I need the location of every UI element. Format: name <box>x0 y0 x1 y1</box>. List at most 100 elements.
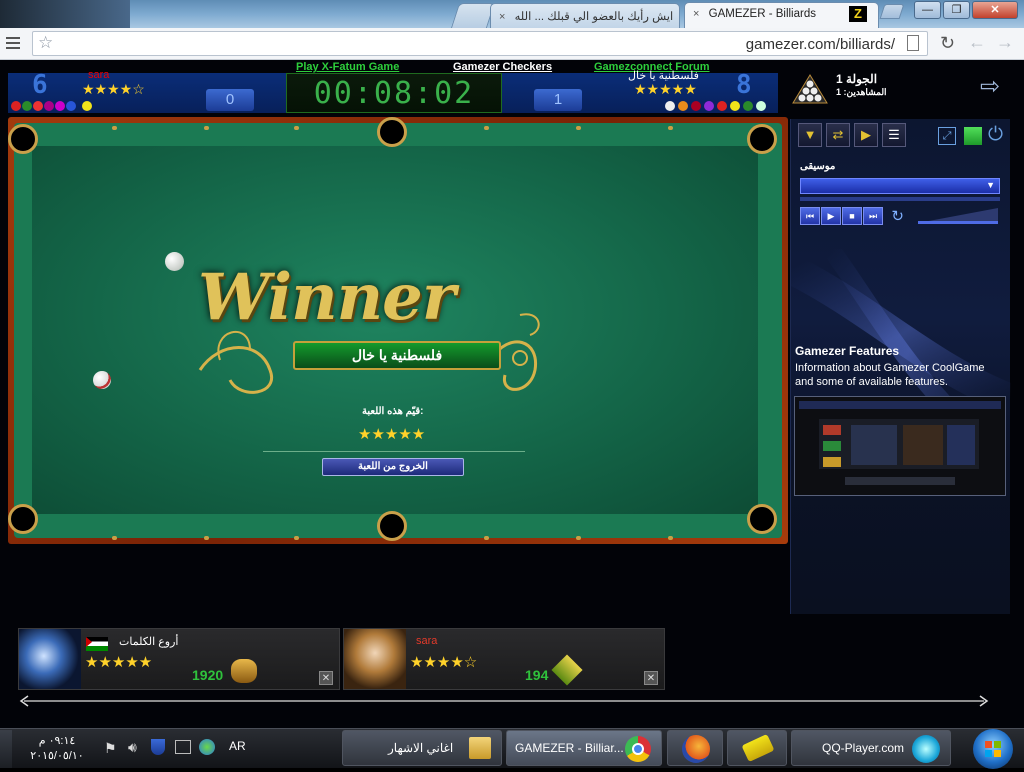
back-icon[interactable]: ← <box>968 32 986 53</box>
flag-icon <box>86 637 108 651</box>
address-bar[interactable]: ☆ gamezer.com/billiards/ <box>32 31 928 56</box>
music-label: موسيقى <box>800 161 836 172</box>
taskbar-qqplayer[interactable]: QQ-Player.com <box>791 730 951 766</box>
qq-player-icon <box>912 735 940 763</box>
star-icon[interactable]: ☆ <box>38 33 53 53</box>
taskbar-chrome[interactable]: GAMEZER - Billiar... <box>506 730 662 766</box>
diamond <box>294 536 299 540</box>
exit-game-button[interactable]: الخروج من اللعبة <box>322 458 464 476</box>
close-button[interactable]: ✕ <box>972 1 1018 19</box>
tab-gamezer[interactable]: × GAMEZER - Billiards Z <box>684 2 879 28</box>
exit-icon[interactable]: ⇨ <box>980 72 1000 101</box>
cue-ball <box>165 252 184 271</box>
diamond <box>204 536 209 540</box>
card-name: أروع الكلمات <box>119 636 179 648</box>
game-car-icon <box>741 733 775 763</box>
link-checkers[interactable]: Gamezer Checkers <box>453 61 552 73</box>
left-player-score: 0 <box>206 89 254 111</box>
titlebar-dark-area <box>0 0 130 28</box>
cards-scrollbar[interactable] <box>18 694 990 708</box>
features-title: Gamezer Features <box>795 344 900 358</box>
tab-close-icon[interactable]: × <box>693 8 699 20</box>
menu-icon[interactable] <box>6 36 22 50</box>
tab-forum-label: ايش رأيك بالعضو الي قبلك ... الله <box>514 11 674 23</box>
avatar <box>19 629 81 689</box>
chrome-icon <box>625 736 651 762</box>
firefox-icon <box>682 735 710 763</box>
tab-forum[interactable]: × ايش رأيك بالعضو الي قبلك ... الله <box>490 3 680 28</box>
pocket-bottom-right <box>747 504 777 534</box>
folder-icon <box>469 737 491 759</box>
swap-icon[interactable]: ⇄ <box>826 123 850 147</box>
divider <box>263 451 525 452</box>
pocket-bottom-middle <box>377 511 407 541</box>
shield-icon[interactable] <box>151 739 165 755</box>
avatar <box>344 629 406 689</box>
tab-close-icon[interactable]: × <box>499 11 505 23</box>
play-circle-icon[interactable]: ▶ <box>854 123 878 147</box>
diamond <box>112 536 117 540</box>
taskbar-chrome-label: GAMEZER - Billiar... <box>515 741 624 755</box>
chevron-down-icon[interactable]: ▼ <box>798 123 822 147</box>
clock-time: ٠٩:١٤ م <box>38 735 76 747</box>
flag-icon[interactable]: ⚑ <box>104 740 117 757</box>
diamond <box>576 126 581 130</box>
features-description: Information about Gamezer CoolGame and s… <box>795 362 985 388</box>
ball-rack-icon <box>792 74 828 104</box>
pocket-bottom-left <box>8 504 38 534</box>
diamond <box>484 536 489 540</box>
player-card[interactable]: sara ★★★★☆ 194 ✕ <box>343 628 665 690</box>
power-icon[interactable]: ⏻ <box>988 124 1003 146</box>
list-icon[interactable]: ☰ <box>882 123 906 147</box>
card-stars: ★★★★☆ <box>410 654 478 671</box>
right-player-rating: ★★★★★ <box>634 81 697 97</box>
next-icon[interactable]: ⏭ <box>863 207 883 225</box>
reload-icon[interactable]: ↻ <box>940 33 955 54</box>
repeat-icon[interactable]: ↻ <box>891 207 904 225</box>
pocket-top-middle <box>377 117 407 147</box>
volume-icon[interactable]: 🔊︎ <box>128 739 137 756</box>
rank-badge-icon <box>551 654 583 686</box>
diamond <box>112 126 117 130</box>
close-icon[interactable]: ✕ <box>644 671 658 685</box>
start-orb-icon[interactable] <box>973 729 1013 769</box>
round-label: الجولة 1 <box>836 72 878 86</box>
maximize-button[interactable]: ❐ <box>943 1 970 19</box>
url-text: gamezer.com/billiards/ <box>745 36 895 53</box>
taskbar-firefox[interactable] <box>667 730 723 766</box>
music-select[interactable]: ▼ <box>800 178 1000 194</box>
viewers-label: المشاهدين: 1 <box>836 87 887 97</box>
minimize-button[interactable]: — <box>914 1 941 19</box>
player-card[interactable]: أروع الكلمات ★★★★★ 1920 ✕ <box>18 628 340 690</box>
language-indicator[interactable]: AR <box>229 739 246 753</box>
right-ball-rack <box>664 100 778 112</box>
features-thumbnail[interactable] <box>794 396 1006 496</box>
clock[interactable]: ٠٩:١٤ م ٢٠١٥/٠٥/١٠ <box>20 734 94 764</box>
close-icon[interactable]: ✕ <box>319 671 333 685</box>
taskbar-folder-label: اغاني الاشهار <box>388 741 454 755</box>
taskbar-game[interactable] <box>727 730 787 766</box>
volume-slider[interactable] <box>918 208 998 224</box>
forward-icon[interactable]: → <box>996 32 1014 53</box>
diamond <box>294 126 299 130</box>
stop-icon[interactable]: ■ <box>842 207 862 225</box>
player-controls: ⏮ ▶ ■ ⏭ ↻ <box>800 207 904 227</box>
tab-gamezer-label: GAMEZER - Billiards <box>708 8 816 20</box>
play-icon[interactable]: ▶ <box>821 207 841 225</box>
screenshot-thumbnail-icon <box>799 401 1001 485</box>
fullscreen-icon[interactable]: ⤢ <box>938 127 956 145</box>
link-xfatum[interactable]: Play X-Fatum Game <box>296 61 399 73</box>
show-desktop-button[interactable] <box>0 730 12 768</box>
taskbar-folder[interactable]: اغاني الاشهار <box>342 730 502 766</box>
page-icon[interactable] <box>907 35 919 51</box>
globe-icon[interactable] <box>199 739 215 755</box>
music-progress[interactable] <box>800 197 1000 201</box>
diamond <box>484 126 489 130</box>
pocket-top-left <box>8 124 38 154</box>
right-player-number: 8 <box>736 70 752 100</box>
rate-stars[interactable]: ★★★★★ <box>358 425 425 443</box>
left-player-name: sara <box>88 69 110 81</box>
status-green-icon[interactable] <box>964 127 982 145</box>
previous-icon[interactable]: ⏮ <box>800 207 820 225</box>
network-icon[interactable] <box>175 740 191 754</box>
